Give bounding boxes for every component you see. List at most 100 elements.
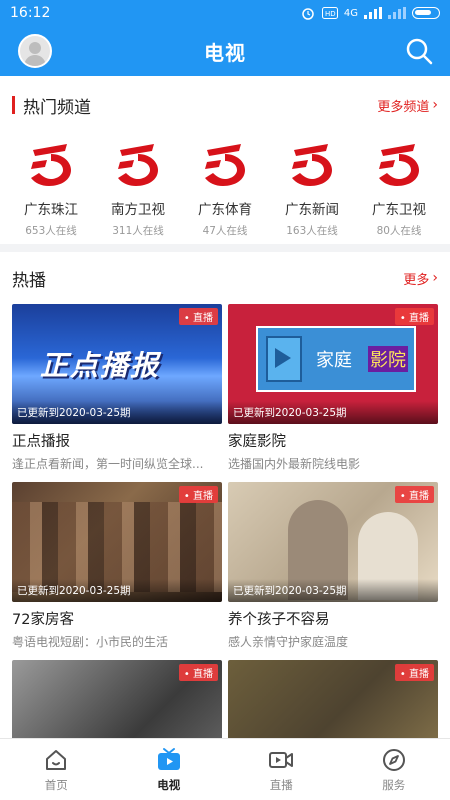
nav-item-service[interactable]: 服务 [338,739,450,800]
battery-icon [412,7,440,19]
hot-channels-title: 热门频道 [23,97,91,118]
update-label: 已更新到2020-03-25期 [12,579,222,602]
channel-item[interactable]: 广东新闻 163人在线 [272,140,352,238]
program-description: 逢正点看新闻，第一时间纵览全球... [12,457,204,471]
network-label: 4G [343,7,358,19]
tv-icon [157,747,180,770]
guangdong-tv-logo-icon [118,144,158,186]
live-badge: • 直播 [394,664,434,681]
nav-item-live[interactable]: 直播 [225,739,338,800]
more-hot-label: 更多 [403,272,430,288]
chevron-right-icon: › [432,270,438,286]
home-icon [46,749,67,770]
nav-label: 直播 [269,777,293,792]
update-label: 已更新到2020-03-25期 [12,401,222,424]
program-title: 72家房客 [12,612,74,628]
thumbnail-title-art: 正点播报 [40,349,161,382]
live-badge: • 直播 [178,664,218,681]
chevron-right-icon: › [432,97,438,113]
nav-label: 电视 [157,777,181,792]
channel-online-count: 163人在线 [286,225,338,237]
live-badge-label: 直播 [409,669,429,680]
channel-name: 广东新闻 [285,202,339,218]
program-description: 选播国内外最新院线电影 [228,457,361,471]
live-badge-label: 直播 [193,313,213,324]
program-card[interactable]: • 直播 [12,660,222,738]
channel-list: 广东珠江 653人在线 南方卫视 311人在线 广东体育 47人在线 广东新闻 … [0,140,450,238]
nav-label: 首页 [44,777,68,792]
program-thumbnail: 家庭 影院 • 直播 已更新到2020-03-25期 [228,304,438,424]
program-description: 感人亲情守护家庭温度 [228,635,349,649]
program-card[interactable]: • 直播 已更新到2020-03-25期 72家房客 粤语电视短剧：小市民的生活 [12,482,222,650]
program-grid: 正点播报 • 直播 已更新到2020-03-25期 正点播报 逢正点看新闻，第一… [0,304,450,738]
program-card[interactable]: • 直播 已更新到2020-03-25期 养个孩子不容易 感人亲情守护家庭温度 [228,482,438,650]
channel-name: 广东体育 [198,202,252,218]
guangdong-tv-logo-icon [292,144,332,186]
hot-broadcast-section: 热播 更多 › 正点播报 • 直播 已更新到2020-03-25期 正点播报 逢… [0,252,450,738]
channel-online-count: 653人在线 [25,225,77,237]
hot-broadcast-header: 热播 更多 › [0,252,450,304]
update-label: 已更新到2020-03-25期 [228,579,438,602]
hd-icon: HD [321,7,338,19]
channel-name: 南方卫视 [111,202,165,218]
channel-item[interactable]: 广东珠江 653人在线 [11,140,91,238]
svg-text:HD: HD [325,10,336,18]
program-card[interactable]: • 直播 [228,660,438,738]
guangdong-tv-logo-icon [379,144,419,186]
program-title: 养个孩子不容易 [228,612,330,628]
more-channels-link[interactable]: 更多频道 › [377,96,438,115]
avatar[interactable] [18,34,52,68]
status-time: 16:12 [10,5,51,21]
live-badge-label: 直播 [409,491,429,502]
live-badge-label: 直播 [409,313,429,324]
channel-item[interactable]: 广东卫视 80人在线 [359,140,439,238]
compass-icon [382,748,405,771]
live-badge: • 直播 [394,486,434,503]
signal-icon [364,7,382,19]
more-hot-link[interactable]: 更多 › [403,269,438,288]
channel-name: 广东珠江 [24,202,78,218]
program-thumbnail: • 直播 已更新到2020-03-25期 [12,482,222,602]
user-icon [24,42,46,66]
program-thumbnail: • 直播 [228,660,438,738]
section-accent-bar [12,96,15,114]
status-bar: 16:12 HD 4G [0,0,450,26]
nav-item-home[interactable]: 首页 [0,739,113,800]
thumbnail-text: 影院 [368,346,408,372]
channel-online-count: 47人在线 [202,225,248,237]
update-label: 已更新到2020-03-25期 [228,401,438,424]
signal-icon-2 [388,7,406,19]
hot-channels-header: 热门频道 更多频道 › [0,76,450,134]
video-icon [269,751,294,768]
play-icon [275,348,291,368]
channel-item[interactable]: 南方卫视 311人在线 [98,140,178,238]
hot-channels-section: 热门频道 更多频道 › 广东珠江 653人在线 南方卫视 311人在线 广东体育… [0,76,450,244]
channel-item[interactable]: 广东体育 47人在线 [185,140,265,238]
program-thumbnail: • 直播 已更新到2020-03-25期 [228,482,438,602]
program-description: 粤语电视短剧：小市民的生活 [12,635,169,649]
status-icons: HD 4G [300,5,440,21]
search-icon[interactable] [404,36,434,66]
live-badge-label: 直播 [193,491,213,502]
program-thumbnail: • 直播 [12,660,222,738]
more-channels-label: 更多频道 [377,99,430,115]
nav-item-tv[interactable]: 电视 [113,739,226,800]
channel-name: 广东卫视 [372,202,426,218]
hot-broadcast-title: 热播 [12,270,46,291]
live-badge: • 直播 [178,486,218,503]
program-title: 家庭影院 [228,434,286,450]
program-card[interactable]: 家庭 影院 • 直播 已更新到2020-03-25期 家庭影院 选播国内外最新院… [228,304,438,472]
program-thumbnail: 正点播报 • 直播 已更新到2020-03-25期 [12,304,222,424]
nav-label: 服务 [382,777,406,792]
channel-online-count: 311人在线 [112,225,164,237]
program-title: 正点播报 [12,434,70,450]
guangdong-tv-logo-icon [205,144,245,186]
thumbnail-text: 家庭 [316,350,352,371]
page-title: 电视 [204,40,246,65]
program-card[interactable]: 正点播报 • 直播 已更新到2020-03-25期 正点播报 逢正点看新闻，第一… [12,304,222,472]
live-badge-label: 直播 [193,669,213,680]
alarm-icon [302,8,314,20]
live-badge: • 直播 [394,308,434,325]
bottom-nav: 首页 电视 直播 服务 [0,738,450,800]
live-badge: • 直播 [178,308,218,325]
